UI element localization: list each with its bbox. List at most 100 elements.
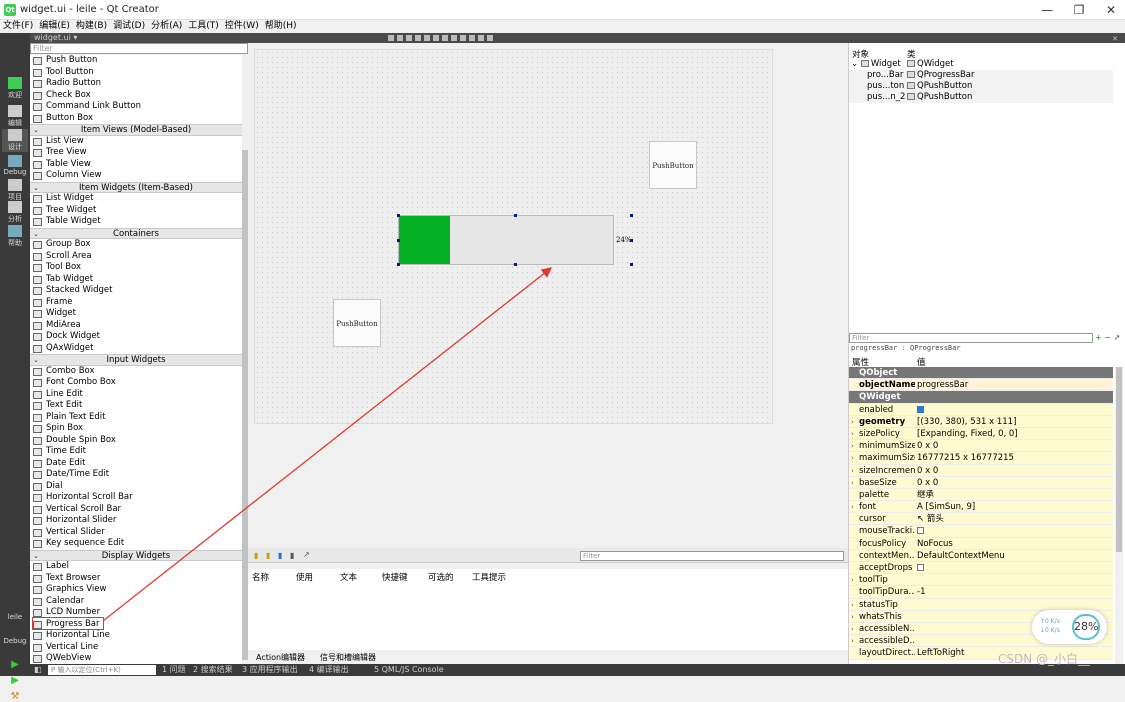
edit-signals-icon[interactable] — [397, 35, 403, 41]
object-tree-row[interactable]: pus...ton QPushButton — [849, 81, 1113, 92]
chevron-right-icon[interactable]: › — [851, 611, 854, 623]
widget-item-tree-view[interactable]: Tree View — [30, 147, 242, 159]
progress-bar[interactable] — [398, 215, 614, 265]
widget-item-hscroll[interactable]: Horizontal Scroll Bar — [30, 492, 242, 504]
network-monitor-widget[interactable]: ↑0 K/s ↓0 K/s 28% — [1032, 610, 1107, 644]
property-scrollbar[interactable] — [1115, 367, 1123, 664]
copy-action-icon[interactable]: ▮ — [266, 551, 270, 560]
edit-tab-order-icon[interactable] — [415, 35, 421, 41]
widget-item-stacked-widget[interactable]: Stacked Widget — [30, 285, 242, 297]
property-value[interactable]: NoFocus — [917, 538, 953, 550]
object-tree-row[interactable]: pro...Bar QProgressBar — [849, 70, 1113, 81]
widget-item-line-edit[interactable]: Line Edit — [30, 389, 242, 401]
widget-item-date-time-edit[interactable]: Date/Time Edit — [30, 469, 242, 481]
mode-help[interactable]: 帮助 — [2, 225, 28, 248]
layout-grid-icon[interactable] — [469, 35, 475, 41]
resize-handle[interactable] — [514, 214, 517, 217]
property-row[interactable]: mouseTracki... — [849, 525, 1113, 538]
property-row[interactable]: contextMen... DefaultContextMenu — [849, 549, 1113, 562]
property-value[interactable]: -1 — [917, 586, 925, 598]
mode-wrench[interactable]: 项目 — [2, 179, 28, 202]
object-tree-row[interactable]: ⌄ Widget QWidget — [849, 59, 1113, 70]
property-row[interactable]: toolTipDura... -1 — [849, 586, 1113, 599]
chevron-right-icon[interactable]: › — [851, 428, 854, 440]
object-tree-row[interactable]: pus...n_2 QPushButton — [849, 92, 1113, 103]
widget-item-tool-button[interactable]: Tool Button — [30, 67, 242, 79]
chevron-right-icon[interactable]: › — [851, 501, 854, 513]
property-row[interactable]: › maximumSize 16777215 x 16777215 — [849, 452, 1113, 465]
build-icon[interactable]: ⚒ — [2, 691, 28, 702]
configure-icon[interactable]: ↗ — [1114, 333, 1121, 342]
mode-document[interactable]: 编辑 — [2, 105, 28, 128]
layout-horizontal-icon[interactable] — [424, 35, 430, 41]
property-value[interactable]: [Expanding, Fixed, 0, 0] — [917, 428, 1018, 440]
widget-item-check-box[interactable]: Check Box — [30, 90, 242, 102]
widget-category[interactable]: ⌄ Display Widgets — [30, 549, 242, 561]
property-value[interactable]: 0 x 0 — [917, 477, 938, 489]
property-row[interactable]: › sizePolicy [Expanding, Fixed, 0, 0] — [849, 427, 1113, 441]
checkbox[interactable] — [917, 527, 924, 535]
widget-item-hline[interactable]: Horizontal Line — [30, 630, 242, 642]
output-pane-button[interactable]: 1 问题 — [162, 664, 186, 676]
menu-item[interactable]: 文件(F) — [0, 20, 36, 33]
layout-vertical-icon[interactable] — [433, 35, 439, 41]
output-pane-button[interactable]: 3 应用程序输出 — [242, 664, 298, 676]
widget-item-graphics-view[interactable]: Graphics View — [30, 584, 242, 596]
widget-item-table-widget[interactable]: Table Widget — [30, 216, 242, 228]
property-value[interactable] — [917, 562, 924, 574]
remove-property-icon[interactable]: − — [1104, 333, 1111, 342]
widget-item-calendar[interactable]: Calendar — [30, 596, 242, 608]
chevron-right-icon[interactable]: › — [851, 440, 854, 452]
widget-item-list-widget[interactable]: List Widget — [30, 193, 242, 205]
menu-item[interactable]: 分析(A) — [148, 20, 185, 33]
chevron-right-icon[interactable]: › — [851, 452, 854, 464]
widget-item-tab-widget[interactable]: Tab Widget — [30, 274, 242, 286]
new-action-icon[interactable]: ▮ — [254, 551, 258, 560]
widget-item-date-edit[interactable]: Date Edit — [30, 458, 242, 470]
mode-pencil[interactable]: 设计 — [2, 129, 28, 152]
action-column-header[interactable]: 文本 — [340, 571, 357, 583]
property-row[interactable]: acceptDrops — [849, 562, 1113, 575]
chevron-right-icon[interactable]: › — [851, 574, 854, 586]
mode-bug[interactable]: Debug — [2, 155, 28, 176]
widget-item-column-view[interactable]: Column View — [30, 170, 242, 182]
run-icon[interactable]: ▶ — [2, 659, 28, 670]
adjust-size-icon[interactable] — [487, 35, 493, 41]
close-editor-icon[interactable]: ✕ — [1112, 35, 1118, 43]
property-row[interactable]: › toolTip — [849, 574, 1113, 587]
property-value[interactable] — [917, 525, 924, 537]
widget-item-vslider[interactable]: Vertical Slider — [30, 527, 242, 539]
property-value[interactable]: 16777215 x 16777215 — [917, 452, 1014, 464]
widget-item-label[interactable]: Label — [30, 561, 242, 573]
scrollbar-thumb[interactable] — [1116, 367, 1122, 552]
add-property-icon[interactable]: + — [1095, 333, 1102, 342]
output-pane-button[interactable]: 2 搜索结果 — [193, 664, 233, 676]
action-column-header[interactable]: 快捷键 — [382, 571, 408, 583]
resize-handle[interactable] — [630, 214, 633, 217]
widget-category[interactable]: ⌄ Input Widgets — [30, 354, 242, 366]
widget-item-combo-box[interactable]: Combo Box — [30, 366, 242, 378]
property-row[interactable]: › sizeIncrement 0 x 0 — [849, 464, 1113, 477]
resize-handle[interactable] — [514, 263, 517, 266]
widget-item-button-box[interactable]: Button Box — [30, 113, 242, 125]
menu-item[interactable]: 编辑(E) — [36, 20, 73, 33]
chevron-right-icon[interactable]: › — [851, 416, 854, 428]
checkbox[interactable] — [917, 405, 924, 413]
property-value[interactable]: 0 x 0 — [917, 440, 938, 452]
action-column-header[interactable]: 可选的 — [428, 571, 454, 583]
property-value[interactable]: 0 x 0 — [917, 465, 938, 477]
maximize-button[interactable]: ❐ — [1062, 0, 1096, 20]
resize-handle[interactable] — [397, 214, 400, 217]
close-button[interactable]: ✕ — [1094, 0, 1125, 20]
chevron-right-icon[interactable]: › — [851, 477, 854, 489]
push-button-2[interactable]: PushButton — [333, 299, 381, 347]
widget-filter-input[interactable]: Filter — [30, 43, 248, 54]
property-row[interactable]: › geometry [(330, 380), 531 x 111] — [849, 415, 1113, 428]
tab-action-editor[interactable]: Action编辑器 — [256, 652, 305, 663]
property-row[interactable]: › font A [SimSun, 9] — [849, 501, 1113, 514]
action-column-header[interactable]: 工具提示 — [472, 571, 506, 583]
widget-category[interactable]: ⌄ Item Views (Model-Based) — [30, 124, 242, 136]
widget-item-ax-widget[interactable]: QAxWidget — [30, 343, 242, 355]
widget-item-hslider[interactable]: Horizontal Slider — [30, 515, 242, 527]
chevron-right-icon[interactable]: › — [851, 465, 854, 477]
